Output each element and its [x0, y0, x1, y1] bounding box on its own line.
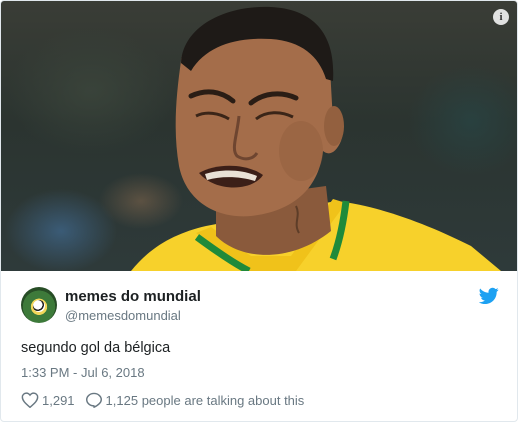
conversation-count: 1,125 people are talking about this: [105, 392, 305, 408]
tweet-actions: 1,291 1,125 people are talking about thi…: [21, 391, 304, 409]
embedded-tweet-card: i memes do mundial @memesdomundial segun…: [0, 0, 518, 422]
like-button[interactable]: 1,291: [21, 392, 75, 408]
like-count: 1,291: [42, 392, 75, 408]
tweet-timestamp[interactable]: 1:33 PM - Jul 6, 2018: [21, 365, 145, 380]
info-icon[interactable]: i: [493, 9, 509, 25]
speech-bubble-icon: [85, 392, 102, 408]
reply-button[interactable]: 1,125 people are talking about this: [85, 392, 305, 408]
crying-player-illustration: [131, 6, 501, 271]
avatar[interactable]: [21, 287, 57, 323]
tweet-photo[interactable]: i: [1, 1, 517, 271]
twitter-bird-icon[interactable]: [479, 287, 499, 305]
display-name[interactable]: memes do mundial: [65, 288, 201, 305]
tweet-text: segundo gol da bélgica: [21, 340, 171, 356]
heart-icon: [21, 392, 39, 408]
user-handle[interactable]: @memesdomundial: [65, 308, 181, 323]
soccer-ball-icon: [33, 300, 45, 312]
